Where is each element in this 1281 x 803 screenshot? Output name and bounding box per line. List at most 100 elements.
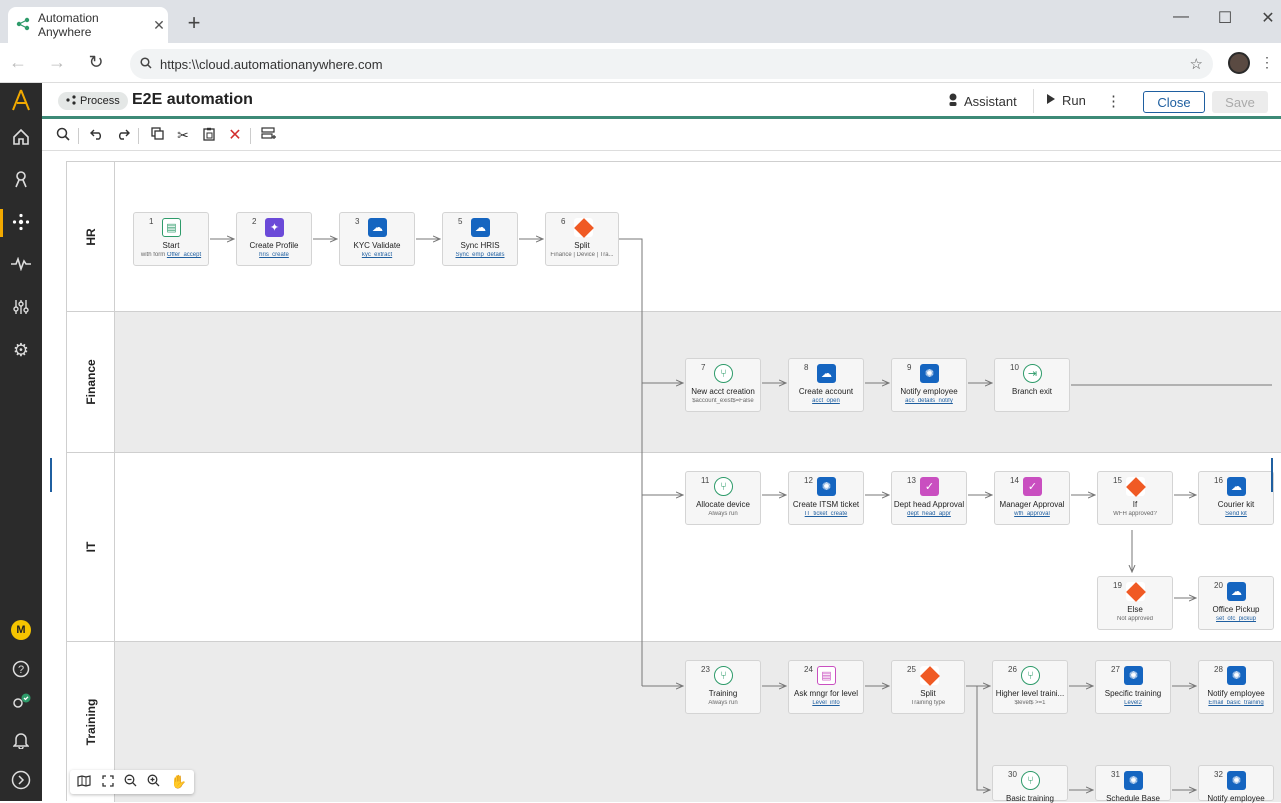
node-manager-approval[interactable]: 14 ✓ Manager Approval wfh_approval — [994, 471, 1070, 525]
node-subtitle-link[interactable]: acc_details_notify — [892, 398, 966, 404]
node-sync-hris[interactable]: 5 ☁ Sync HRIS Sync_emp_details — [442, 212, 518, 266]
node-subtitle-link[interactable]: Send kit — [1199, 511, 1273, 517]
fit-to-screen-icon[interactable] — [101, 774, 114, 790]
node-new-acct-creation[interactable]: 7 ⑂ New acct creation $account_exist$=Fa… — [685, 358, 761, 412]
back-arrow-icon[interactable]: ← — [8, 52, 28, 73]
node-higher-level-training[interactable]: 26 ⑂ Higher level traini... $level$ >=1 — [992, 660, 1068, 714]
node-notify-employee-basic[interactable]: 32 ✺ Notify employee — [1198, 765, 1274, 803]
node-basic-training[interactable]: 30 ⑂ Basic training — [992, 765, 1068, 803]
browser-menu-icon[interactable]: ⋮ — [1260, 54, 1274, 71]
node-dept-head-approval[interactable]: 13 ✓ Dept head Approval dept_head_appr — [891, 471, 967, 525]
node-training[interactable]: 23 ⑂ Training Always run — [685, 660, 761, 714]
zoom-in-icon[interactable] — [147, 774, 160, 790]
window-close-icon[interactable]: ✕ — [1258, 8, 1278, 28]
close-tab-icon[interactable]: ✕ — [150, 17, 168, 34]
close-button[interactable]: Close — [1143, 91, 1205, 113]
new-tab-button[interactable]: + — [183, 10, 205, 36]
help-icon[interactable]: ? — [0, 654, 42, 684]
profile-avatar[interactable] — [1228, 52, 1250, 74]
reload-icon[interactable]: ↻ — [86, 52, 106, 73]
node-number: 12 — [804, 476, 813, 485]
node-subtitle-link[interactable]: set_ofc_pickup — [1199, 616, 1273, 622]
browser-tab[interactable]: Automation Anywhere ✕ — [8, 7, 168, 43]
automation-anywhere-logo-icon[interactable] — [0, 85, 42, 115]
expand-nav-icon[interactable] — [0, 765, 42, 795]
minimap-icon[interactable] — [77, 774, 91, 790]
node-allocate-device[interactable]: 11 ⑂ Allocate device Always run — [685, 471, 761, 525]
node-else[interactable]: 19 Else Not approved — [1097, 576, 1173, 630]
node-if[interactable]: 15 If WFH approved? — [1097, 471, 1173, 525]
url-bar[interactable]: https:\\cloud.automationanywhere.com ☆ — [130, 49, 1213, 79]
bookmark-star-icon[interactable]: ☆ — [1190, 55, 1203, 73]
minimize-icon[interactable]: — — [1171, 8, 1191, 26]
node-number: 20 — [1214, 581, 1223, 590]
redo-icon[interactable] — [114, 127, 132, 143]
forward-arrow-icon[interactable]: → — [47, 52, 67, 73]
zoom-out-icon[interactable] — [124, 774, 137, 790]
node-title: Basic training — [1005, 794, 1055, 803]
process-type-chip: Process — [58, 92, 128, 110]
copy-icon[interactable] — [148, 127, 166, 143]
user-initial-badge[interactable]: M — [11, 620, 31, 640]
node-subtitle: Always run — [708, 511, 738, 517]
delete-icon[interactable]: ✕ — [226, 125, 244, 145]
node-create-itsm-ticket[interactable]: 12 ✺ Create ITSM ticket IT_ticket_create — [788, 471, 864, 525]
automation-hub-icon[interactable] — [0, 207, 42, 237]
cut-icon[interactable]: ✂ — [174, 127, 192, 144]
exit-icon: ⇥ — [1023, 364, 1042, 383]
node-subtitle-link[interactable]: Sync_emp_details — [443, 252, 517, 258]
lane-label[interactable]: HR — [67, 162, 115, 311]
maximize-icon[interactable]: ☐ — [1215, 8, 1235, 28]
node-subtitle-link[interactable]: kyc_extract — [340, 252, 414, 258]
more-options-icon[interactable]: ⋮ — [1106, 92, 1121, 110]
node-branch-exit[interactable]: 10 ⇥ Branch exit — [994, 358, 1070, 412]
branch-icon: ⑂ — [1021, 771, 1040, 790]
node-subtitle-link[interactable]: IT_ticket_create — [789, 511, 863, 517]
node-subtitle-link[interactable]: wfh_approval — [995, 511, 1069, 517]
location-check-icon[interactable] — [0, 688, 42, 718]
lane-label[interactable]: IT — [67, 453, 115, 641]
notifications-bell-icon[interactable] — [0, 725, 42, 755]
node-number: 3 — [355, 217, 360, 226]
node-create-account[interactable]: 8 ☁ Create account acct_open — [788, 358, 864, 412]
activity-pulse-icon[interactable] — [0, 249, 42, 279]
settings-sliders-icon[interactable] — [0, 292, 42, 322]
bot-icon: ✺ — [1124, 666, 1143, 685]
node-title: Branch exit — [1011, 387, 1053, 396]
node-ask-mngr-for-level[interactable]: 24 ▤ Ask mngr for level Level_info — [788, 660, 864, 714]
pan-hand-icon[interactable]: ✋ — [171, 774, 187, 790]
node-office-pickup[interactable]: 20 ☁ Office Pickup set_ofc_pickup — [1198, 576, 1274, 630]
node-schedule-base[interactable]: 31 ✺ Schedule Base — [1095, 765, 1171, 803]
node-specific-training[interactable]: 27 ✺ Specific training Level2 — [1095, 660, 1171, 714]
add-lane-icon[interactable] — [260, 127, 278, 143]
assistant-button[interactable]: Assistant — [948, 93, 1017, 110]
undo-icon[interactable] — [88, 127, 106, 143]
node-split[interactable]: 6 Split Finance | Device | Tra... — [545, 212, 619, 266]
explore-bots-icon[interactable] — [0, 164, 42, 194]
node-subtitle-link[interactable]: Email_basic_training — [1199, 700, 1273, 706]
node-subtitle-link[interactable]: hris_create — [237, 252, 311, 258]
node-subtitle-link[interactable]: Offer_accept — [167, 252, 201, 258]
node-subtitle-link[interactable]: Level2 — [1096, 700, 1170, 706]
node-number: 14 — [1010, 476, 1019, 485]
node-notify-employee[interactable]: 9 ✺ Notify employee acc_details_notify — [891, 358, 967, 412]
node-subtitle-link[interactable]: acct_open — [789, 398, 863, 404]
paste-icon[interactable] — [200, 127, 218, 144]
bot-icon: ✺ — [1227, 666, 1246, 685]
scroll-indicator[interactable] — [1271, 458, 1273, 492]
node-courier-kit[interactable]: 16 ☁ Courier kit Send kit — [1198, 471, 1274, 525]
home-icon[interactable] — [0, 122, 42, 152]
search-icon[interactable] — [54, 127, 72, 144]
node-notify-employee-training[interactable]: 28 ✺ Notify employee Email_basic_trainin… — [1198, 660, 1274, 714]
node-start[interactable]: 1 ▤ Start with form Offer_accept — [133, 212, 209, 266]
panel-resize-handle[interactable] — [50, 458, 52, 492]
administration-gear-icon[interactable]: ⚙ — [0, 335, 42, 365]
run-button[interactable]: Run — [1046, 93, 1086, 108]
save-button[interactable]: Save — [1212, 91, 1268, 113]
node-subtitle-link[interactable]: Level_info — [789, 700, 863, 706]
node-subtitle-link[interactable]: dept_head_appr — [892, 511, 966, 517]
lane-label[interactable]: Finance — [67, 312, 115, 452]
node-create-profile[interactable]: 2 ✦ Create Profile hris_create — [236, 212, 312, 266]
node-split-training[interactable]: 25 Split Training type — [891, 660, 965, 714]
node-kyc-validate[interactable]: 3 ☁ KYC Validate kyc_extract — [339, 212, 415, 266]
